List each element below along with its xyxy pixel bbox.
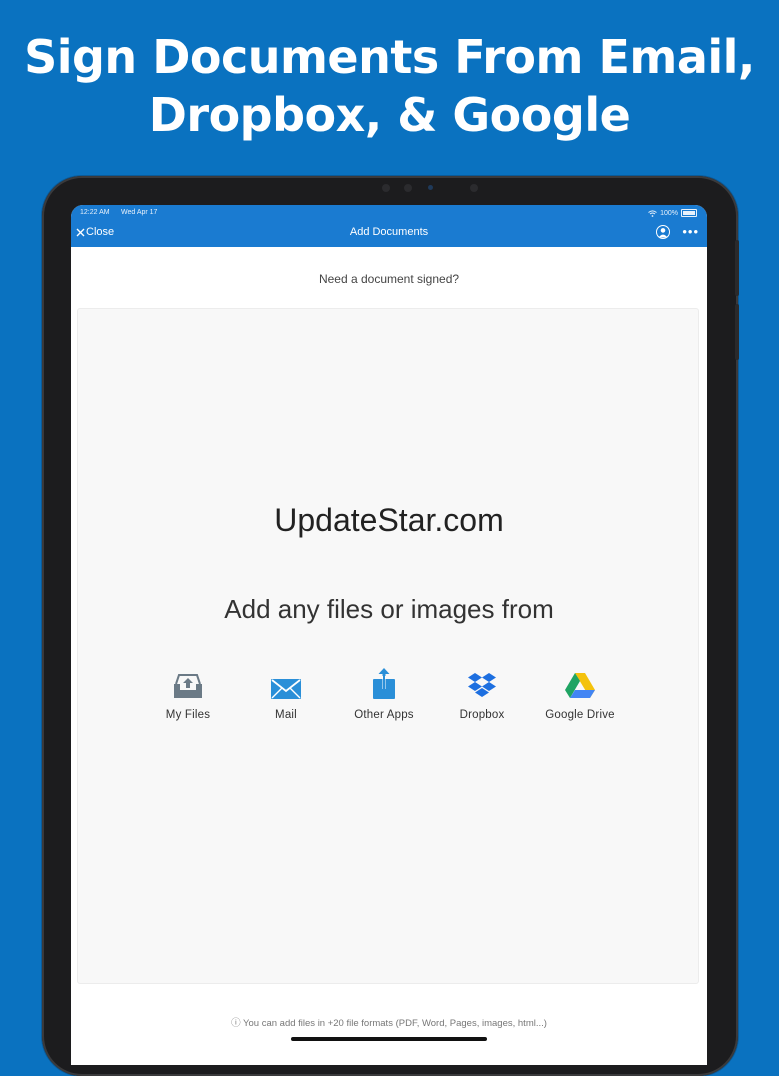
battery-percent: 100% [660, 209, 678, 217]
profile-icon[interactable] [656, 225, 670, 239]
status-date: Wed Apr 17 [121, 209, 158, 216]
headline: Sign Documents From Email, Dropbox, & Go… [0, 28, 779, 144]
source-my-files[interactable]: My Files [138, 664, 238, 721]
tablet-side-button [735, 304, 739, 360]
prompt-text: Need a document signed? [318, 272, 460, 286]
wifi-icon [648, 209, 657, 217]
headline-line-1: Sign Documents From Email, [24, 30, 755, 84]
camera-bar [382, 184, 482, 194]
source-google-drive[interactable]: Google Drive [530, 664, 630, 721]
mail-icon [271, 679, 301, 699]
share-icon [373, 668, 395, 699]
home-indicator[interactable] [291, 1037, 487, 1041]
source-label: Google Drive [545, 709, 615, 721]
headline-line-2: Dropbox, & Google [148, 88, 631, 142]
source-other-apps[interactable]: Other Apps [334, 664, 434, 721]
drop-area[interactable]: UpdateStar.com Add any files or images f… [77, 308, 699, 984]
navigation-bar: 12:22 AM Wed Apr 17 100% Close Add Docum… [71, 205, 707, 247]
status-time: 12:22 AM [80, 209, 110, 216]
tablet-frame: 12:22 AM Wed Apr 17 100% Close Add Docum… [42, 176, 739, 1076]
more-options-icon[interactable]: ••• [682, 224, 699, 239]
source-label: Dropbox [459, 709, 505, 721]
watermark-text: UpdateStar.com [274, 502, 504, 538]
nav-title: Add Documents [349, 226, 429, 238]
source-label: My Files [165, 709, 211, 721]
battery-icon [681, 209, 697, 217]
status-right: 100% [648, 209, 697, 217]
info-icon: ⓘ [231, 1018, 244, 1029]
source-list: My Files Mail Other Apps Dropbox Google … [138, 664, 638, 724]
google-drive-icon [565, 673, 595, 698]
file-formats-text: You can add files in +20 file formats (P… [243, 1018, 547, 1029]
tray-upload-icon [174, 674, 202, 698]
file-formats-note: ⓘ You can add files in +20 file formats … [71, 1015, 707, 1029]
source-label: Other Apps [354, 709, 414, 721]
source-mail[interactable]: Mail [236, 664, 336, 721]
tablet-side-button [735, 240, 739, 296]
dropbox-icon [468, 673, 496, 697]
screen: 12:22 AM Wed Apr 17 100% Close Add Docum… [71, 205, 707, 1065]
add-files-heading: Add any files or images from [224, 594, 554, 624]
source-label: Mail [275, 709, 297, 721]
source-dropbox[interactable]: Dropbox [432, 664, 532, 721]
